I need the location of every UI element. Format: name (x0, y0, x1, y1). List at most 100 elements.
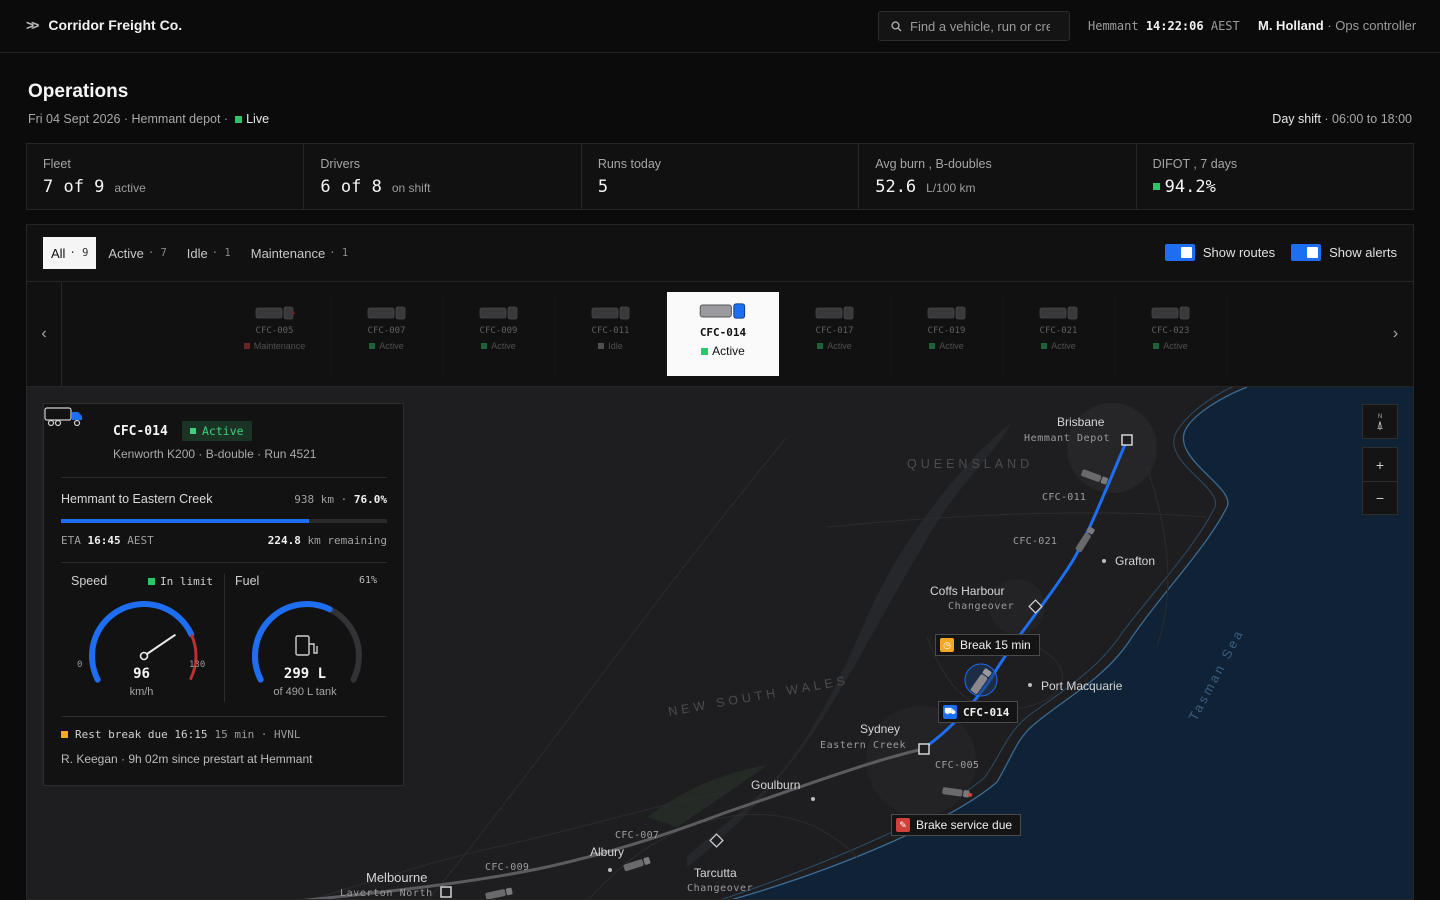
route-distance: 938 km · (294, 493, 348, 506)
vehicle-card-cfc-011[interactable]: CFC-011 Idle (555, 292, 667, 376)
place-melbourne-sub: Laverton North (340, 888, 433, 899)
truck-cfc-009-icon[interactable] (485, 887, 513, 899)
zoom-in-button[interactable]: + (1363, 448, 1397, 481)
carousel-prev-button[interactable]: ‹ (27, 282, 62, 386)
vehicle-id: CFC-014 (699, 326, 747, 339)
status-dot-icon (817, 343, 824, 349)
depot-brisbane-icon[interactable] (1121, 434, 1133, 446)
live-label: Live (246, 112, 270, 126)
vehicle-status: Active (929, 341, 964, 351)
zoom-controls: + − (1362, 447, 1398, 515)
routes-switch[interactable] (1164, 244, 1195, 261)
clock-location: Hemmant (1088, 19, 1139, 33)
kpi-value: 52.6 (875, 177, 917, 197)
break-alert-pill[interactable]: ◷ Break 15 min (935, 634, 1040, 656)
vehicle-status-text: Active (1163, 341, 1188, 351)
place-port-macquarie: Port Macquarie (1041, 679, 1123, 693)
toggle-show-alerts[interactable]: Show alerts (1291, 244, 1397, 261)
town-dot-albury (608, 868, 612, 872)
route-map[interactable]: QUEENSLAND NEW SOUTH WALES Tasman Sea Br… (27, 387, 1413, 899)
status-dot-icon (1153, 343, 1160, 349)
rest-text: Rest break due 16:15 (75, 728, 208, 741)
kpi-label: Fleet (43, 157, 71, 171)
user-menu[interactable]: M. Holland · Ops controller (1258, 18, 1416, 33)
tab-maintenance[interactable]: Maintenance · 1 (243, 237, 356, 269)
vehicle-card-cfc-007[interactable]: CFC-007 Active (331, 292, 443, 376)
tab-active[interactable]: Active · 7 (100, 237, 174, 269)
truck-icon (815, 306, 853, 320)
vehicle-card-cfc-017[interactable]: CFC-017 Active (779, 292, 891, 376)
speed-value: 96 (133, 666, 150, 682)
kpi-value: 7 of 9 (43, 177, 105, 197)
vehicle-status: Active (701, 344, 745, 358)
vehicle-id: CFC-023 (1151, 326, 1190, 336)
brand[interactable]: >> Corridor Freight Co. (26, 17, 182, 33)
vehicle-status-text: Active (827, 341, 852, 351)
truck-icon (591, 306, 629, 320)
kpi-label: Avg burn , B-doubles (875, 157, 992, 171)
vehicle-status: Active (817, 341, 852, 351)
kpi-runs: Runs today 5 (582, 144, 860, 209)
place-sydney-sub: Eastern Creek (820, 740, 907, 751)
brake-alert-pill[interactable]: ✎ Brake service due (891, 814, 1022, 836)
divider (61, 562, 387, 563)
kpi-unit: active (114, 181, 146, 195)
kpi-fleet: Fleet 7 of 9 active (27, 144, 305, 209)
remaining-value: 224.8 (267, 534, 301, 547)
vehicle-card-cfc-005[interactable]: CFC-005 Maintenance (219, 292, 331, 376)
speed-needle (143, 633, 176, 657)
truck-cfc-021-icon[interactable] (1075, 526, 1095, 553)
speed-unit: km/h (129, 686, 154, 698)
status-dot-icon (701, 347, 709, 355)
vehicle-card-cfc-009[interactable]: CFC-009 Active (443, 292, 555, 376)
chevron-right-icon: › (1392, 325, 1399, 342)
alerts-switch[interactable] (1291, 244, 1322, 261)
fuel-value: 299 L (283, 666, 327, 682)
vehicle-card-cfc-019[interactable]: CFC-019 Active (891, 292, 1003, 376)
tab-label: Idle (186, 245, 208, 261)
tab-idle[interactable]: Idle · 1 (179, 237, 239, 269)
compass-button[interactable]: N ⍋ (1362, 404, 1398, 439)
search-box[interactable] (878, 11, 1070, 41)
truck-cfc-007-icon[interactable] (623, 857, 651, 872)
vehicle-status-text: Active (939, 341, 964, 351)
truck-icon: ⛟ (943, 705, 957, 719)
tab-all[interactable]: All · 9 (43, 237, 97, 269)
kpi-row: Fleet 7 of 9 active Drivers 6 of 8 on shif… (26, 143, 1414, 210)
vehicle-card-cfc-023[interactable]: CFC-023 Active (1115, 292, 1227, 376)
status-ok-icon (1152, 183, 1160, 190)
vehicle-id: CFC-005 (255, 326, 294, 336)
selected-vehicle-pill[interactable]: ⛟ CFC-014 (938, 701, 1019, 723)
vehicle-card-cfc-021[interactable]: CFC-021 Active (1003, 292, 1115, 376)
toggle-show-routes[interactable]: Show routes (1164, 244, 1276, 261)
place-tarcutta-sub: Changeover (687, 883, 754, 894)
minus-icon: − (1375, 490, 1385, 506)
brand-name: Corridor Freight Co. (48, 17, 183, 33)
divider (61, 477, 387, 478)
divider (61, 716, 387, 717)
live-indicator-icon (235, 115, 243, 123)
toggle-label: Show routes (1202, 245, 1276, 260)
vehicle-id: CFC-014 (113, 424, 168, 439)
depot-melbourne-icon[interactable] (440, 886, 452, 898)
driver-info: R. Keegan · 9h 02m since prestart at Hem… (61, 752, 313, 766)
fuel-percent: 61% (358, 575, 377, 586)
status-text: Active (202, 424, 244, 438)
depot-sydney-icon[interactable] (918, 743, 930, 755)
filter-tabs: All · 9 Active · 7 Idle · 1 Maintenance · 1 (43, 237, 356, 269)
search-input[interactable] (910, 18, 1050, 34)
vehicle-status-text: Active (712, 344, 745, 358)
shift-label: Day shift (1272, 112, 1321, 126)
status-dot-icon (369, 343, 376, 349)
route-progress-bar (61, 519, 387, 523)
vehicle-card-cfc-014[interactable]: CFC-014 Active (667, 292, 779, 376)
clock-time: 14:22:06 (1145, 19, 1204, 33)
status-dot-icon (481, 343, 488, 349)
top-bar: >> Corridor Freight Co. Hemmant 14:22:06… (0, 0, 1440, 53)
map-vehicle-label: CFC-007 (615, 830, 660, 841)
expand-sidebar-icon[interactable]: >> (26, 17, 39, 33)
region-label-queensland: QUEENSLAND (907, 457, 1034, 471)
zoom-out-button[interactable]: − (1363, 481, 1397, 514)
carousel-next-button[interactable]: › (1378, 282, 1413, 386)
route-name: Hemmant to Eastern Creek (61, 492, 213, 506)
